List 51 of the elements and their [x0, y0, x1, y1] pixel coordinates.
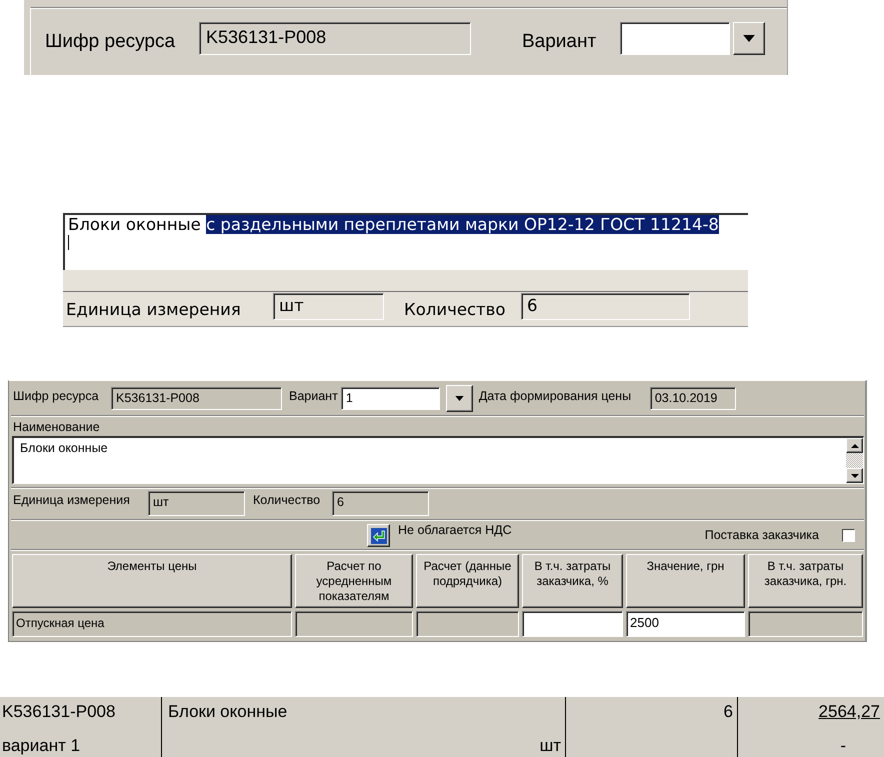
resource-code-field[interactable]: K536131-P008 — [111, 387, 282, 410]
caret-down-icon — [850, 474, 858, 478]
quantity-field[interactable]: 6 — [332, 491, 429, 516]
scrollbar-track[interactable] — [846, 453, 863, 468]
unit-label: Единица измерения — [66, 300, 242, 318]
caret-down-icon — [743, 35, 755, 42]
quantity-field[interactable]: 6 — [521, 292, 690, 320]
amount-link[interactable]: 2564,27 — [818, 702, 880, 722]
quantity-label: Количество — [253, 493, 322, 507]
text-cursor-icon — [68, 235, 69, 250]
variant-label: Вариант — [289, 389, 338, 403]
resource-code-label: Шифр ресурса — [45, 30, 176, 52]
variant-label: Вариант — [522, 30, 598, 52]
resource-code-text: K536131-P008 — [2, 702, 116, 722]
variant-field[interactable] — [620, 22, 730, 55]
column-header: Значение, грн — [626, 554, 745, 608]
quantity-label: Количество — [404, 300, 506, 318]
name-label: Наименование — [13, 420, 100, 434]
scroll-up-button[interactable] — [846, 438, 863, 453]
quantity-text: 6 — [724, 702, 733, 722]
dropdown-button[interactable] — [446, 385, 473, 412]
resource-code-label: Шифр ресурса — [13, 389, 100, 403]
dropdown-button[interactable] — [733, 22, 765, 55]
price-date-label: Дата формирования цены — [478, 389, 632, 403]
table-cell: Отпускная цена — [12, 611, 292, 637]
unit-text: шт — [540, 736, 561, 756]
name-text-area[interactable]: Блоки оконные с раздельными переплетами марки ОР12-12 ГОСТ 11214-8 — [63, 213, 748, 270]
vat-button[interactable] — [367, 524, 390, 547]
variant-text: вариант 1 — [2, 736, 82, 756]
amount-note: - — [840, 736, 846, 756]
return-arrow-icon — [370, 528, 386, 544]
column-header: Расчет по усредненным показателям — [295, 554, 413, 608]
caret-down-icon — [454, 396, 464, 401]
unit-field[interactable]: шт — [273, 292, 384, 320]
price-date-field[interactable]: 03.10.2019 — [650, 387, 736, 410]
column-header: В т.ч. затраты заказчика, % — [522, 554, 623, 608]
caret-up-icon — [850, 444, 858, 448]
resource-code-field[interactable]: K536131-P008 — [199, 22, 471, 55]
scroll-down-button[interactable] — [846, 468, 863, 483]
column-header: Расчет (данные подрядчика) — [416, 554, 519, 608]
unit-label: Единица измерения — [13, 493, 131, 507]
variant-field[interactable]: 1 — [340, 387, 440, 410]
name-text: Блоки оконные — [168, 702, 288, 722]
vat-exempt-label: Не облагается НДС — [398, 523, 512, 537]
column-header: В т.ч. затраты заказчика, грн. — [748, 554, 863, 608]
input-field[interactable] — [522, 611, 623, 637]
checkbox[interactable] — [842, 529, 855, 542]
customer-supply-label: Поставка заказчика — [704, 528, 819, 542]
input-field[interactable]: 2500 — [626, 611, 745, 637]
column-header: Элементы цены — [12, 554, 292, 608]
unit-field[interactable]: шт — [148, 491, 245, 516]
